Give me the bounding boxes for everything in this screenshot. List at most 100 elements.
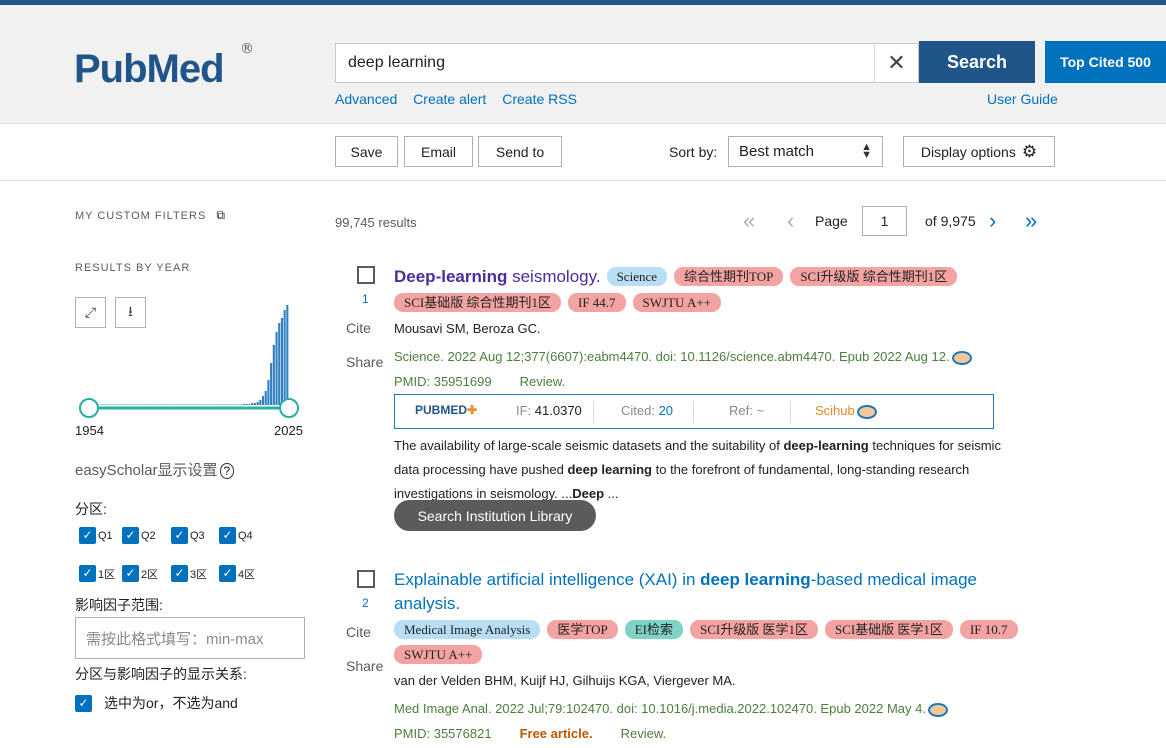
year-bar[interactable]: [183, 404, 186, 405]
checkbox-zone3[interactable]: ✓ 3区: [171, 565, 207, 582]
last-page-icon[interactable]: »: [1025, 206, 1037, 236]
year-bar[interactable]: [161, 404, 165, 405]
email-button[interactable]: Email: [404, 136, 473, 167]
year-bar[interactable]: [129, 404, 132, 405]
year-bar[interactable]: [180, 404, 183, 405]
easyscholar-settings[interactable]: easyScholar显示设置?: [75, 459, 235, 480]
year-slider-start-handle[interactable]: [79, 398, 99, 418]
year-bar[interactable]: [213, 404, 216, 405]
year-bar[interactable]: [243, 404, 246, 405]
globe-icon[interactable]: [951, 350, 972, 365]
year-bar[interactable]: [145, 404, 148, 405]
year-bar[interactable]: [143, 404, 146, 405]
year-bar[interactable]: [286, 305, 289, 405]
year-bar[interactable]: [170, 404, 173, 405]
article-2-checkbox[interactable]: [357, 570, 375, 588]
create-rss-link[interactable]: Create RSS: [502, 91, 577, 107]
year-bar[interactable]: [140, 404, 143, 405]
user-guide-link[interactable]: User Guide: [987, 91, 1058, 107]
pubmed-logo[interactable]: PubMed ®: [74, 39, 264, 99]
year-bar[interactable]: [189, 404, 192, 405]
year-bar[interactable]: [272, 345, 275, 405]
year-bar[interactable]: [259, 400, 262, 405]
year-bar[interactable]: [202, 404, 205, 405]
year-bar[interactable]: [99, 404, 102, 405]
year-bar[interactable]: [164, 404, 167, 405]
year-bar[interactable]: [224, 404, 227, 405]
search-input[interactable]: [348, 44, 868, 82]
year-bar[interactable]: [194, 404, 197, 405]
send-to-button[interactable]: Send to: [478, 136, 562, 167]
cited-stat[interactable]: Cited: 20: [621, 403, 673, 418]
next-page-icon[interactable]: ›: [989, 206, 996, 236]
year-bar[interactable]: [256, 402, 259, 405]
year-bar[interactable]: [121, 404, 124, 405]
first-page-icon[interactable]: «: [743, 206, 755, 236]
year-bar[interactable]: [207, 404, 211, 405]
year-bar[interactable]: [105, 404, 108, 405]
year-bar[interactable]: [156, 404, 159, 405]
year-bar[interactable]: [283, 310, 286, 405]
year-slider-end-handle[interactable]: [279, 398, 299, 418]
year-bar[interactable]: [267, 380, 270, 405]
year-bar[interactable]: [251, 403, 254, 405]
year-bar[interactable]: [134, 404, 138, 405]
year-bar[interactable]: [153, 404, 156, 405]
share-button[interactable]: Share: [346, 658, 383, 674]
year-bar[interactable]: [118, 404, 121, 405]
year-bar[interactable]: [137, 404, 140, 405]
year-bar[interactable]: [229, 404, 232, 405]
year-bar[interactable]: [107, 404, 111, 405]
if-range-input[interactable]: 需按此格式填写：min-max: [75, 617, 305, 659]
year-bar[interactable]: [197, 404, 200, 405]
year-bar[interactable]: [240, 404, 243, 405]
year-bar[interactable]: [178, 404, 181, 405]
year-bar[interactable]: [116, 404, 119, 405]
year-bar[interactable]: [151, 404, 154, 405]
year-bar[interactable]: [264, 391, 267, 405]
top-cited-button[interactable]: Top Cited 500: [1045, 41, 1166, 83]
page-input[interactable]: 1: [862, 206, 907, 236]
relation-checkbox[interactable]: ✓ 选中为or，不选为and: [75, 693, 238, 713]
year-bar[interactable]: [261, 396, 265, 405]
cite-button[interactable]: Cite: [346, 624, 371, 640]
year-bar[interactable]: [159, 404, 162, 405]
checkbox-q2[interactable]: ✓ Q2: [122, 527, 156, 544]
checkbox-q1[interactable]: ✓ Q1: [79, 527, 113, 544]
year-bar[interactable]: [210, 404, 213, 405]
year-bar[interactable]: [280, 318, 283, 405]
year-bar[interactable]: [172, 404, 175, 405]
checkbox-q3[interactable]: ✓ Q3: [171, 527, 205, 544]
year-bar[interactable]: [126, 404, 129, 405]
advanced-link[interactable]: Advanced: [335, 91, 397, 107]
checkbox-zone1[interactable]: ✓ 1区: [79, 565, 115, 582]
year-bar[interactable]: [132, 404, 135, 405]
display-options-button[interactable]: Display options ⚙: [903, 136, 1055, 167]
prev-page-icon[interactable]: ‹: [787, 206, 794, 236]
checkbox-zone2[interactable]: ✓ 2区: [122, 565, 158, 582]
cite-button[interactable]: Cite: [346, 320, 371, 336]
year-bar[interactable]: [270, 363, 273, 405]
year-bar[interactable]: [234, 404, 238, 405]
share-button[interactable]: Share: [346, 354, 383, 370]
year-bar[interactable]: [278, 323, 281, 405]
article-1-checkbox[interactable]: [357, 266, 375, 284]
year-bar[interactable]: [232, 404, 235, 405]
year-bar[interactable]: [175, 404, 178, 405]
year-bar[interactable]: [248, 404, 251, 405]
year-bar[interactable]: [218, 404, 221, 405]
year-bar[interactable]: [199, 404, 202, 405]
year-bar[interactable]: [148, 404, 151, 405]
checkbox-zone4[interactable]: ✓ 4区: [219, 565, 255, 582]
year-bar[interactable]: [167, 404, 170, 405]
year-bar[interactable]: [110, 404, 113, 405]
year-bar[interactable]: [226, 404, 229, 405]
year-bar[interactable]: [113, 404, 116, 405]
article-title[interactable]: Explainable artificial intelligence (XAI…: [394, 568, 1014, 616]
clear-search-button[interactable]: ✕: [874, 44, 918, 82]
checkbox-q4[interactable]: ✓ Q4: [219, 527, 253, 544]
year-bar[interactable]: [253, 403, 256, 405]
globe-icon[interactable]: [927, 702, 948, 717]
year-bar[interactable]: [216, 404, 219, 405]
year-bar[interactable]: [191, 404, 194, 405]
